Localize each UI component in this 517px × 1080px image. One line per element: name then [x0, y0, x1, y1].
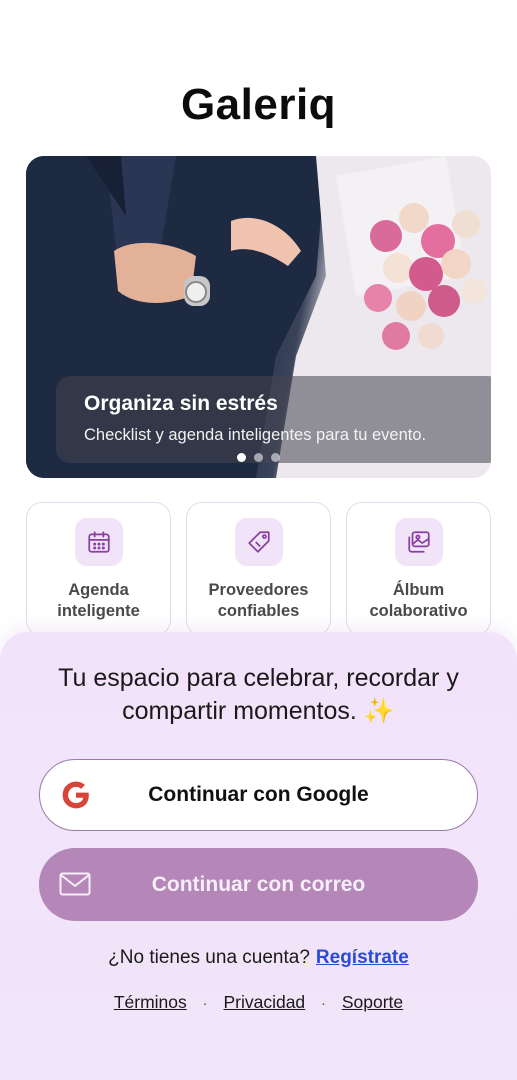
feature-card-vendors[interactable]: Proveedores confiables — [186, 502, 331, 636]
tagline: Tu espacio para celebrar, recordar y com… — [58, 664, 459, 725]
terms-link[interactable]: Términos — [114, 992, 187, 1013]
footer-separator: · — [202, 994, 208, 1011]
auth-sheet: Tu espacio para celebrar, recordar y com… — [0, 632, 517, 1080]
signup-prompt: ¿No tienes una cuenta? — [108, 947, 310, 968]
signup-link[interactable]: Regístrate — [316, 947, 409, 968]
hero-carousel[interactable]: Organiza sin estrés Checklist y agenda i… — [26, 156, 491, 478]
feature-cards: Agenda inteligente Proveedores confiable… — [26, 502, 491, 636]
continue-with-google-button[interactable]: Continuar con Google — [39, 759, 478, 831]
hero-caption: Organiza sin estrés Checklist y agenda i… — [56, 376, 491, 463]
continue-with-email-button[interactable]: Continuar con correo — [39, 848, 478, 921]
feature-card-album[interactable]: Álbum colaborativo — [346, 502, 491, 636]
carousel-dot[interactable] — [237, 453, 246, 462]
feature-label: Agenda inteligente — [57, 581, 140, 620]
feature-card-agenda[interactable]: Agenda inteligente — [26, 502, 171, 636]
email-button-label: Continuar con correo — [151, 872, 366, 896]
tag-icon — [234, 518, 283, 566]
hero-subtitle: Checklist y agenda inteligentes para tu … — [84, 426, 427, 444]
privacy-link[interactable]: Privacidad — [223, 992, 305, 1013]
carousel-dot[interactable] — [254, 453, 263, 462]
feature-label: Álbum colaborativo — [369, 581, 468, 620]
footer-links: Términos · Privacidad · Soporte — [0, 992, 517, 1013]
signup-row: ¿No tienes una cuenta? Regístrate — [0, 947, 517, 969]
feature-label: Proveedores confiables — [208, 581, 309, 620]
google-button-label: Continuar con Google — [148, 783, 369, 806]
calendar-icon — [74, 518, 123, 566]
hero-title: Organiza sin estrés — [84, 392, 278, 415]
carousel-indicator — [26, 453, 491, 462]
footer-separator: · — [321, 994, 326, 1011]
app-title: Galeriq — [180, 80, 337, 129]
photo-album-icon — [394, 518, 443, 566]
carousel-dot[interactable] — [271, 453, 280, 462]
support-link[interactable]: Soporte — [342, 992, 403, 1013]
